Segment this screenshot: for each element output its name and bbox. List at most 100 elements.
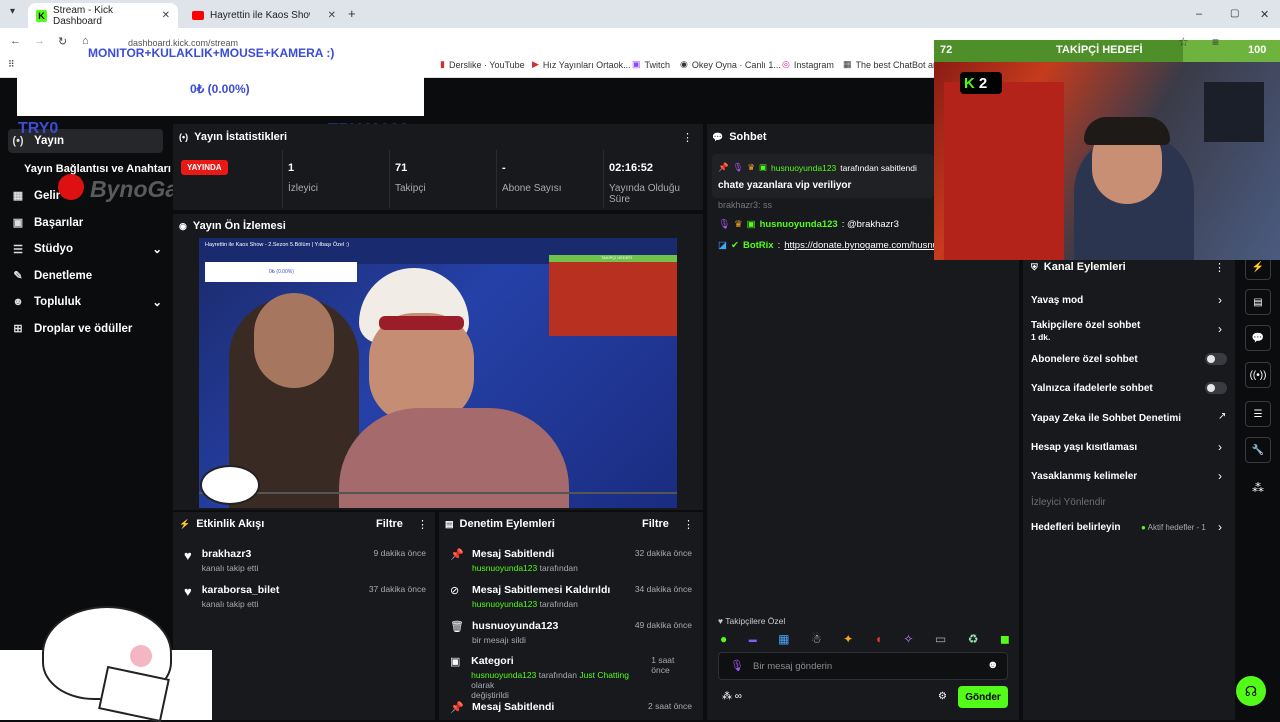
close-icon[interactable]: ✕	[328, 10, 336, 21]
bookmark[interactable]: ▶ Hız Yayınları Ortaok...	[532, 59, 631, 70]
new-tab-icon[interactable]: +	[348, 6, 356, 21]
reload-icon[interactable]: ↻	[58, 35, 67, 48]
external-link-icon[interactable]: ↗	[1218, 411, 1226, 422]
apps-tool-icon[interactable]: ⁂	[1252, 481, 1264, 495]
sidebar-item-community[interactable]: ☻ Topluluk ⌄	[12, 295, 162, 309]
activity-row: ♥ karaborsa_bilet kanalı takip etti 37 da…	[184, 584, 426, 609]
chevron-right-icon[interactable]: ›	[1218, 469, 1222, 483]
tab-kick-dashboard[interactable]: K Stream - Kick Dashboard ✕	[28, 3, 178, 28]
activity-user[interactable]: brakhazr3	[202, 548, 259, 560]
back-icon[interactable]: ←	[10, 35, 21, 47]
divider	[603, 150, 604, 208]
uptime-label: Yayında Olduğu Süre	[609, 183, 680, 205]
chat-partial-line: brakhazr3: ss	[718, 200, 773, 210]
emote-icon[interactable]: ◖	[875, 632, 882, 646]
video-progress[interactable]	[199, 492, 677, 494]
window-close-icon[interactable]: ✕	[1260, 8, 1269, 21]
more-options-icon[interactable]: ⋮	[417, 518, 428, 531]
emote-icon[interactable]: ▬	[749, 635, 757, 644]
chevron-right-icon[interactable]: ›	[1218, 520, 1222, 534]
bookmark-icon: ▶	[532, 59, 539, 69]
activity-user[interactable]: karaborsa_bilet	[202, 584, 280, 596]
emote-icon[interactable]: ✧	[903, 632, 913, 646]
emote-icon[interactable]: ●	[720, 632, 727, 646]
apps-icon[interactable]: ⠿	[8, 59, 15, 70]
chat-icon: 💬	[712, 131, 724, 142]
notes-tool-icon[interactable]: ▤	[1245, 289, 1271, 315]
bookmark[interactable]: ▣ Twitch	[632, 59, 670, 70]
followers-only-item[interactable]: Takipçilere özel sohbet	[1031, 320, 1140, 331]
donate-link[interactable]: https://donate.bynogame.com/husnu	[784, 240, 934, 251]
bookmark[interactable]: ▮ Derslike · YouTube	[440, 59, 525, 70]
emote-icon[interactable]: ▦	[778, 632, 789, 646]
chat-tool-icon[interactable]: 💬	[1245, 325, 1271, 351]
minimize-icon[interactable]: –	[1196, 8, 1202, 20]
sidebar-item-studio[interactable]: ☰ Stüdyo ⌄	[12, 242, 162, 256]
star-icon[interactable]: ☆	[1178, 35, 1189, 49]
preview-webcam	[549, 256, 677, 336]
kick-logo-icon: K	[964, 74, 975, 92]
help-headset-icon[interactable]: ☊	[1236, 676, 1266, 706]
emote-only-toggle[interactable]	[1205, 382, 1227, 394]
subs-label: Abone Sayısı	[502, 183, 562, 194]
sidebar-subitem-stream-key[interactable]: Yayın Bağlantısı ve Anahtarı	[24, 163, 171, 175]
emote-icon[interactable]: ▭	[935, 632, 946, 646]
modlog-filter-button[interactable]: Filtre	[642, 518, 669, 530]
more-options-icon[interactable]: ⋮	[1214, 261, 1225, 274]
emote-icon[interactable]: ☃	[811, 632, 822, 646]
sidebar-item-drops[interactable]: ⊞ Droplar ve ödüller	[12, 322, 132, 336]
chevron-right-icon[interactable]: ›	[1218, 322, 1222, 336]
instagram-icon: ◎	[782, 59, 790, 69]
settings-gear-icon[interactable]: ⚙	[938, 691, 947, 702]
cam-badge: K2	[960, 72, 1002, 94]
mic-icon[interactable]: 🎙	[730, 659, 744, 672]
close-icon[interactable]: ✕	[162, 10, 170, 21]
eye-icon: ◉	[179, 220, 187, 231]
emote-icon[interactable]: ◼	[1000, 632, 1010, 646]
stream-preview-video[interactable]: Hayrettin ile Kaos Show - 2.Sezon 5.Bölü…	[199, 238, 677, 508]
list-tool-icon[interactable]: ☰	[1245, 401, 1271, 427]
slow-mode-item[interactable]: Yavaş mod	[1031, 295, 1083, 306]
subs-value: -	[502, 162, 506, 174]
maximize-icon[interactable]: ▢	[1230, 8, 1239, 19]
emote-icon[interactable]: ♻	[968, 632, 979, 646]
forward-icon[interactable]: →	[34, 35, 45, 47]
chevron-right-icon[interactable]: ›	[1218, 293, 1222, 307]
pinned-text: chate yazanlara vip veriliyor	[718, 180, 852, 191]
extensions-icon[interactable]: ≡	[1212, 35, 1219, 49]
banned-words-item[interactable]: Yasaklanmış kelimeler	[1031, 471, 1137, 482]
send-button[interactable]: Gönder	[958, 686, 1008, 708]
modlog-row: 📌 Mesaj Sabitlendi 2 saat önce	[450, 701, 692, 714]
emoji-icon[interactable]: ☻	[987, 659, 999, 671]
more-options-icon[interactable]: ⋮	[682, 131, 693, 144]
badge-icon: ▣	[759, 162, 768, 172]
chat-tools-icon[interactable]: ⁂ ∞	[722, 691, 742, 702]
divider	[389, 150, 390, 208]
emote-icon[interactable]: ✦	[843, 632, 853, 646]
bookmark[interactable]: ◎ Instagram	[782, 59, 834, 70]
bookmark[interactable]: ▦ The best ChatBot an...	[843, 59, 942, 70]
follower-goal-label: TAKİPÇİ HEDEFİ	[1056, 44, 1143, 56]
more-options-icon[interactable]: ⋮	[683, 518, 694, 531]
followers-label: Takipçi	[395, 183, 426, 194]
modlog-header: ▤ Denetim Eylemleri	[445, 518, 555, 530]
tab-youtube[interactable]: Hayrettin ile Kaos Show - 2 ✕	[184, 3, 344, 28]
wrench-tool-icon[interactable]: 🔧	[1245, 437, 1271, 463]
bookmark-icon: ▮	[440, 59, 445, 69]
bot-icon: ◪	[718, 240, 727, 251]
bookmark[interactable]: ◉ Okey Oyna · Canlı 1...	[680, 59, 781, 70]
sidebar-item-revenue[interactable]: ▦ Gelir	[12, 189, 60, 203]
account-age-item[interactable]: Hesap yaşı kısıtlaması	[1031, 442, 1137, 453]
emote-only-item: Yalnızca ifadelerle sohbet	[1031, 383, 1153, 394]
set-goals-item[interactable]: Hedefleri belirleyin	[1031, 522, 1120, 533]
sidebar-item-achievements[interactable]: ▣ Başarılar	[12, 216, 83, 230]
activity-filter-button[interactable]: Filtre	[376, 518, 403, 530]
subs-only-toggle[interactable]	[1205, 353, 1227, 365]
chevron-right-icon[interactable]: ›	[1218, 440, 1222, 454]
broadcast-tool-icon[interactable]: ((•))	[1245, 362, 1271, 388]
ai-moderation-item[interactable]: Yapay Zeka ile Sohbet Denetimi	[1031, 413, 1181, 424]
sidebar-item-moderation[interactable]: ✎ Denetleme	[12, 269, 92, 283]
studio-icon: ☰	[13, 243, 23, 256]
tab-list-icon[interactable]: ▾	[10, 6, 15, 17]
revenue-icon: ▦	[12, 190, 24, 202]
